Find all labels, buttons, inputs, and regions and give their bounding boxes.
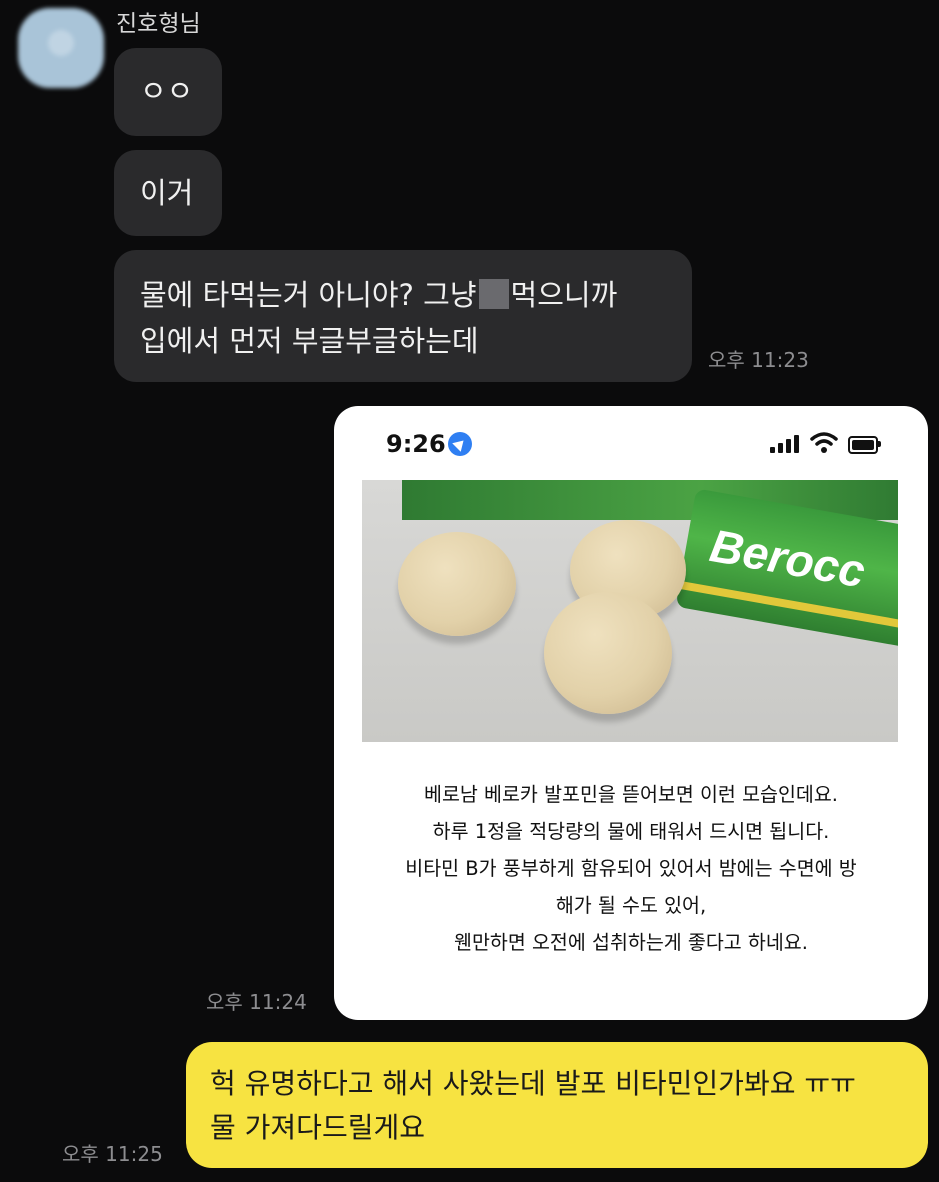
avatar-placeholder-icon [48, 30, 74, 56]
incoming-message[interactable]: 물에 타먹는거 아니야? 그냥 먹으니까 입에서 먼저 부글부글하는데 [114, 250, 692, 382]
battery-icon [848, 436, 878, 454]
message-timestamp: 오후 11:23 [708, 348, 809, 372]
profile-avatar[interactable] [18, 8, 104, 88]
caption-line: 웬만하면 오전에 섭취하는게 좋다고 하네요. [454, 931, 808, 954]
message-line: 물에 타먹는거 아니야? 그냥 먹으니까 [140, 272, 617, 318]
message-text: 헉 유명하다고 해서 사왔는데 발포 비타민인가봐요 ㅠㅠ [210, 1067, 856, 1100]
message-timestamp: 오후 11:25 [62, 1142, 163, 1166]
status-bar-time: 9:26 [386, 430, 446, 458]
product-photo[interactable]: Berocc [362, 480, 898, 742]
message-text: 물에 타먹는거 아니야? 그냥 [140, 278, 477, 312]
effervescent-tablet [544, 592, 672, 714]
message-text: ㅇㅇ [140, 74, 194, 108]
message-text: 이거 [140, 176, 194, 210]
caption-line: 하루 1정을 적당량의 물에 태워서 드시면 됩니다. [432, 820, 830, 843]
message-text: 입에서 먼저 부글부글하는데 [140, 324, 479, 358]
caption-line: 베로남 베로카 발포민을 뜯어보면 이런 모습인데요. [424, 783, 838, 806]
caption-line: 해가 될 수도 있어, [555, 894, 707, 917]
incoming-message[interactable]: 이거 [114, 150, 222, 236]
location-arrow-icon [448, 432, 472, 456]
message-text: 먹으니까 [510, 278, 618, 312]
incoming-message[interactable]: ㅇㅇ [114, 48, 222, 136]
card-caption: 베로남 베로카 발포민을 뜯어보면 이런 모습인데요. 하루 1정을 적당량의 … [334, 776, 928, 961]
outgoing-message[interactable]: 헉 유명하다고 해서 사왔는데 발포 비타민인가봐요 ㅠㅠ 물 가져다드릴게요 [186, 1042, 928, 1168]
brand-label: Berocc [706, 519, 869, 598]
caption-line: 비타민 B가 풍부하게 함유되어 있어서 밤에는 수면에 방 [405, 857, 857, 880]
tube-stripe [678, 580, 898, 634]
cellular-signal-icon [770, 435, 804, 453]
sender-name: 진호형님 [116, 11, 201, 37]
message-text: 물 가져다드릴게요 [210, 1111, 425, 1144]
message-timestamp: 오후 11:24 [206, 990, 307, 1014]
wifi-icon [810, 432, 838, 453]
battery-cap [878, 441, 881, 447]
censor-block [478, 279, 509, 309]
shared-screenshot-message[interactable]: 9:26 Berocc 베로남 베로카 발포민을 뜯어보면 이런 모습인데요. … [334, 406, 928, 1020]
effervescent-tablet [398, 532, 516, 636]
